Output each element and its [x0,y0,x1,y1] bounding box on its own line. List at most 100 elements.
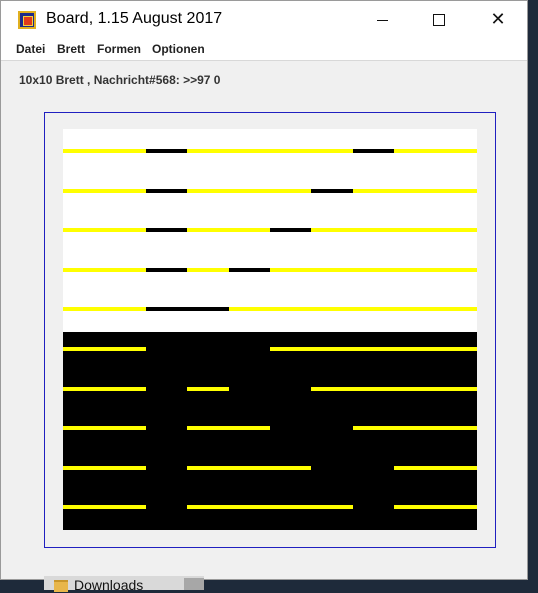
board-bar-segment [394,426,436,430]
board-bar-segment [353,307,394,311]
board-bar-segment [104,268,146,272]
board-bar-segment [436,466,477,470]
board-bar-segment [311,228,353,232]
board-bar-segment [187,505,229,509]
board-bar-segment [229,307,270,311]
board-bar-segment [311,149,353,153]
board-bar-segment [394,505,436,509]
minimize-icon [376,19,388,21]
board-bar-segment [104,307,146,311]
maximize-icon [433,14,445,26]
board-bar-segment [394,307,436,311]
board-gap-segment [146,307,187,311]
menu-brett[interactable]: Brett [57,42,85,56]
board-bar-segment [394,347,436,351]
board-bar-segment [229,189,270,193]
board-bar-segment [394,387,436,391]
board-bar-segment [311,347,353,351]
board-gap-segment [146,228,187,232]
menu-bar: Datei Brett Formen Optionen [1,39,527,61]
board-dark-region [63,332,477,530]
board-bar-segment [353,228,394,232]
board-bar-segment [63,387,104,391]
board-bar-segment [104,149,146,153]
board-bar-segment [187,149,229,153]
board-bar-segment [353,189,394,193]
board-bar-segment [311,505,353,509]
board-bar-segment [270,307,311,311]
board-bar-segment [187,268,229,272]
board-bar-segment [436,387,477,391]
maximize-button[interactable] [416,1,462,39]
board-bar-segment [270,268,311,272]
board-bar-segment [436,505,477,509]
board-bar-segment [63,347,104,351]
board-gap-segment [187,307,229,311]
folder-icon [54,580,68,592]
board-bar-segment [311,268,353,272]
game-board[interactable] [63,129,477,530]
board-bar-segment [394,466,436,470]
board-bar-segment [63,189,104,193]
board-bar-segment [270,505,311,509]
board-bar-segment [187,189,229,193]
board-bar-segment [104,189,146,193]
board-bar-segment [394,189,436,193]
board-bar-segment [229,228,270,232]
board-bar-segment [187,426,229,430]
status-message: 10x10 Brett , Nachricht#568: >>97 0 [19,73,221,87]
board-bar-segment [270,189,311,193]
board-bar-segment [229,426,270,430]
board-bar-segment [63,426,104,430]
board-bar-segment [104,466,146,470]
board-bar-segment [394,268,436,272]
board-bar-segment [311,387,353,391]
menu-formen[interactable]: Formen [97,42,141,56]
board-bar-segment [353,387,394,391]
board-bar-segment [229,149,270,153]
board-bar-segment [187,228,229,232]
board-bar-segment [63,268,104,272]
board-bar-segment [353,426,394,430]
board-bar-segment [311,307,353,311]
board-bar-segment [187,387,229,391]
app-window: Board, 1.15 August 2017 ✕ Datei Brett Fo… [0,0,528,580]
board-bar-segment [270,466,311,470]
board-gap-segment [270,228,311,232]
board-bar-segment [63,307,104,311]
title-bar[interactable]: Board, 1.15 August 2017 ✕ [1,1,527,39]
scrollbar-thumb [184,578,204,590]
board-gap-segment [146,189,187,193]
board-bar-segment [104,347,146,351]
board-bar-segment [394,149,436,153]
board-gap-segment [353,149,394,153]
board-bar-segment [229,466,270,470]
close-icon: ✕ [490,9,506,30]
board-bar-segment [270,149,311,153]
board-bar-segment [436,347,477,351]
board-gap-segment [311,189,353,193]
board-bar-segment [436,149,477,153]
board-bar-segment [63,149,104,153]
board-bar-segment [270,347,311,351]
board-bar-segment [353,347,394,351]
board-gap-segment [229,268,270,272]
board-bar-segment [436,268,477,272]
board-bar-segment [436,426,477,430]
board-bar-segment [104,505,146,509]
board-bar-segment [436,189,477,193]
board-bar-segment [436,307,477,311]
downloads-label: Downloads [74,577,144,593]
app-icon[interactable] [18,11,36,29]
minimize-button[interactable] [359,1,405,39]
board-bar-segment [394,228,436,232]
board-bar-segment [104,228,146,232]
board-gap-segment [146,268,187,272]
board-bar-segment [353,268,394,272]
board-bar-segment [229,505,270,509]
menu-optionen[interactable]: Optionen [152,42,205,56]
board-gap-segment [146,149,187,153]
close-button[interactable]: ✕ [475,1,521,39]
menu-datei[interactable]: Datei [16,42,45,56]
board-bar-segment [104,426,146,430]
